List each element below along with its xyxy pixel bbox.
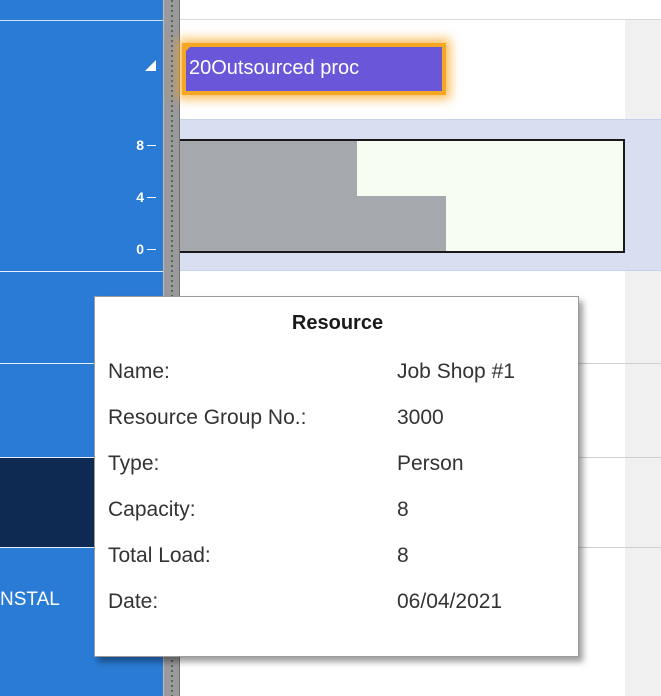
tooltip-value: Job Shop #1 [397,360,515,383]
histogram-tick-label: 8 [136,137,144,153]
task-start-marker [186,47,192,53]
tooltip-key: Type: [108,452,160,475]
tooltip-title: Resource [291,312,384,334]
tooltip-value: 06/04/2021 [397,590,503,613]
tooltip-row-capacity: Capacity: 8 [95,497,580,543]
histogram-tick-mark [147,249,156,250]
load-histogram[interactable] [180,139,625,253]
tooltip-key: Capacity: [108,498,196,521]
histogram-load-bar [357,196,446,251]
tooltip-row-total-load: Total Load: 8 [95,543,580,589]
gantt-view: 8 4 0 NSTAL 20Outsourced proc Resource N… [0,0,661,696]
tooltip-key: Date: [108,590,159,613]
tooltip-key: Resource Group No.: [108,406,307,429]
task-bar[interactable]: 20Outsourced proc [182,43,446,95]
histogram-tick-label: 4 [136,189,144,205]
tooltip-value: 8 [397,544,409,567]
tooltip-value: 3000 [397,406,444,429]
histogram-tick-mark [147,197,156,198]
tooltip-key: Name: [108,360,170,383]
tooltip-row-type: Type: Person [95,451,580,497]
resource-tooltip: Resource Name: Job Shop #1 Resource Grou… [94,296,579,657]
histogram-tick-label: 0 [136,241,144,257]
tooltip-value: 8 [397,498,409,521]
tooltip-row-resource-group: Resource Group No.: 3000 [95,405,580,451]
row-divider [0,271,163,272]
tooltip-key: Total Load: [108,544,211,567]
resource-pane-header [0,0,163,21]
collapse-triangle-icon[interactable] [145,60,156,71]
tooltip-row-name: Name: Job Shop #1 [95,359,580,405]
histogram-load-bar [180,141,357,251]
task-bar-label: 20Outsourced proc [189,57,360,79]
histogram-tick-mark [147,145,156,146]
tooltip-value: Person [397,452,464,475]
tooltip-row-date: Date: 06/04/2021 [95,589,580,635]
resource-row-label[interactable]: NSTAL [0,589,60,611]
timeline-header-border [180,19,661,20]
